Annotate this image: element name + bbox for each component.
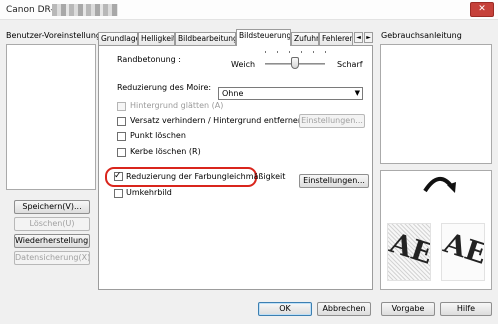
edge-emphasis-label: Randbetonung : xyxy=(117,55,181,64)
dropdown-arrow-icon: ▼ xyxy=(354,89,360,97)
moire-select[interactable]: Ohne ▼ xyxy=(218,87,363,100)
settings-button-1[interactable]: Einstellungen... xyxy=(299,114,365,128)
smooth-background-label: Hintergrund glätten (A) xyxy=(130,101,224,110)
tab-fehlererkennung[interactable]: Fehlererk xyxy=(319,32,353,45)
tab-grundlage[interactable]: Grundlage xyxy=(98,32,138,45)
window-title: Canon DR- xyxy=(6,5,54,15)
notch-erase-checkbox[interactable] xyxy=(117,148,126,157)
tab-helligkeit[interactable]: Helligkeit xyxy=(138,32,175,45)
reverse-image-label: Umkehrbild xyxy=(126,188,172,197)
slider-tick xyxy=(277,51,278,53)
sample-after: AE xyxy=(441,223,485,281)
save-button[interactable]: Speichern(V)... xyxy=(14,200,90,214)
slider-min-label: Weich xyxy=(231,60,256,69)
slider-tick xyxy=(301,51,302,53)
preview-image: AE AE xyxy=(380,170,492,290)
offset-background-checkbox[interactable] xyxy=(117,117,126,126)
preset-list[interactable] xyxy=(6,44,96,190)
delete-button[interactable]: Löschen(U) xyxy=(14,217,90,231)
tab-bildsteuerung[interactable]: Bildsteuerung xyxy=(236,29,291,46)
restore-button[interactable]: Wiederherstellung... xyxy=(14,234,90,248)
tab-strip: Grundlage Helligkeit Bildbearbeitung Bil… xyxy=(98,29,374,46)
sample-before: AE xyxy=(387,223,431,281)
settings-button-2[interactable]: Einstellungen... xyxy=(299,174,369,188)
tab-zufuhr[interactable]: Zufuhr xyxy=(291,32,319,45)
manual-box xyxy=(380,44,492,164)
reverse-image-checkbox[interactable] xyxy=(114,189,123,198)
redacted-model-name xyxy=(52,4,118,16)
sample-letters: AE xyxy=(441,226,485,271)
color-unevenness-checkbox[interactable]: ✓ xyxy=(114,171,123,181)
color-unevenness-label: Reduzierung der Farbungleichmäßigkeit xyxy=(126,172,286,181)
tab-bildbearbeitung[interactable]: Bildbearbeitung xyxy=(175,32,236,45)
close-button[interactable]: ✕ xyxy=(470,2,494,17)
slider-tick xyxy=(265,51,266,53)
arrow-left-icon: ◄ xyxy=(356,34,361,41)
arrow-right-icon: ► xyxy=(366,34,371,41)
preset-label: Benutzer-Voreinstellung : xyxy=(6,31,107,40)
tab-scroll-left-button[interactable]: ◄ xyxy=(354,32,363,43)
dot-erase-label: Punkt löschen xyxy=(130,131,186,140)
image-control-panel: Randbetonung : Weich Scharf Reduzierung … xyxy=(98,45,373,290)
default-button[interactable]: Vorgabe xyxy=(381,302,435,316)
slider-thumb[interactable] xyxy=(291,57,299,69)
slider-tick xyxy=(289,51,290,53)
smooth-background-checkbox[interactable] xyxy=(117,102,126,111)
title-bar: Canon DR- ✕ xyxy=(0,0,498,20)
backup-button[interactable]: Datensicherung(X)... xyxy=(14,251,90,265)
help-button[interactable]: Hilfe xyxy=(440,302,492,316)
check-mark-icon: ✓ xyxy=(114,171,122,181)
slider-max-label: Scharf xyxy=(337,60,363,69)
notch-erase-label: Kerbe löschen (R) xyxy=(130,147,201,156)
curved-arrow-icon xyxy=(423,177,456,193)
offset-background-label: Versatz verhindern / Hintergrund entfern… xyxy=(130,116,303,125)
moire-label: Reduzierung des Moire: xyxy=(117,83,212,92)
manual-label: Gebrauchsanleitung xyxy=(381,31,462,40)
tab-scroll-right-button[interactable]: ► xyxy=(364,32,373,43)
dot-erase-checkbox[interactable] xyxy=(117,132,126,141)
sample-letters: AE xyxy=(387,226,431,271)
slider-tick xyxy=(325,51,326,53)
close-icon: ✕ xyxy=(478,4,486,14)
cancel-button[interactable]: Abbrechen xyxy=(317,302,371,316)
slider-tick xyxy=(313,51,314,53)
moire-value: Ohne xyxy=(222,89,244,98)
ok-button[interactable]: OK xyxy=(258,302,312,316)
